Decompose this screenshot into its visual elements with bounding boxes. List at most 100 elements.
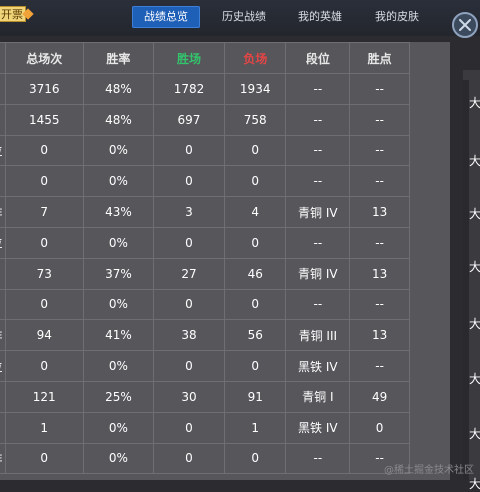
cell-wins: 1782 bbox=[152, 73, 225, 105]
side-item[interactable]: 大 bbox=[469, 152, 480, 169]
cell-total: 121 bbox=[4, 380, 84, 413]
cell-losses: 0 bbox=[223, 134, 287, 167]
cell-losses: 0 bbox=[223, 288, 287, 321]
cell-wins: 0 bbox=[152, 134, 225, 167]
header-points: 胜点 bbox=[349, 42, 410, 74]
cell-points: -- bbox=[349, 103, 410, 136]
stats-panel: 总场次 胜率 胜场 负场 段位 胜点 3716 48% 1782 1934 -- -- 14… bbox=[0, 42, 450, 480]
tab-skins-label: 我的皮肤 bbox=[375, 10, 419, 23]
cell-total: 73 bbox=[4, 257, 84, 290]
cell-rank: -- bbox=[285, 288, 351, 321]
table-row: 位00%00---- bbox=[0, 226, 410, 259]
header-losses: 负场 bbox=[223, 42, 287, 74]
cell-rank: 青铜 IV bbox=[285, 196, 351, 228]
cell-winrate: 43% bbox=[82, 196, 154, 228]
cell-rank: -- bbox=[285, 165, 351, 198]
cell-total: 0 bbox=[4, 165, 84, 198]
cell-losses: 0 bbox=[223, 226, 287, 259]
tab-history[interactable]: 历史战绩 bbox=[222, 6, 266, 28]
close-icon bbox=[459, 19, 471, 31]
cell-rank: 黑铁 IV bbox=[285, 411, 351, 444]
cell-winrate: 25% bbox=[82, 380, 154, 413]
cell-losses: 91 bbox=[223, 380, 287, 413]
side-item[interactable]: 大 bbox=[469, 315, 480, 332]
cell-winrate: 0% bbox=[82, 442, 154, 475]
close-button[interactable] bbox=[452, 12, 478, 38]
cell-total: 0 bbox=[4, 288, 84, 321]
table-header-row: 总场次 胜率 胜场 负场 段位 胜点 bbox=[0, 42, 410, 74]
cell-points: -- bbox=[349, 226, 410, 259]
tab-overview[interactable]: 战绩总览 bbox=[132, 6, 200, 28]
cell-winrate: 48% bbox=[82, 103, 154, 136]
side-scrollbar[interactable] bbox=[463, 80, 469, 480]
cell-winrate: 0% bbox=[82, 288, 154, 321]
cell-total: 0 bbox=[4, 134, 84, 167]
cell-wins: 0 bbox=[152, 226, 225, 259]
cell-points: -- bbox=[349, 288, 410, 321]
side-item[interactable]: 大 bbox=[469, 475, 480, 492]
cell-points: -- bbox=[349, 134, 410, 167]
table-row: 73 37% 27 46 青铜 IV 13 bbox=[0, 257, 410, 290]
cell-points: -- bbox=[349, 165, 410, 198]
header-total: 总场次 bbox=[4, 42, 84, 74]
cell-losses: 1 bbox=[223, 411, 287, 444]
cell-points: 49 bbox=[349, 380, 410, 413]
cell-points: -- bbox=[349, 350, 410, 382]
cell-rank: -- bbox=[285, 73, 351, 105]
tab-heroes-label: 我的英雄 bbox=[298, 10, 342, 23]
tab-skins[interactable]: 我的皮肤 bbox=[375, 6, 419, 28]
cell-losses: 1934 bbox=[223, 73, 287, 105]
top-bar: 开票 战绩总览 历史战绩 我的英雄 我的皮肤 bbox=[0, 0, 480, 36]
cell-total: 94 bbox=[4, 319, 84, 352]
cell-rank: 青铜 I bbox=[285, 380, 351, 413]
cell-wins: 38 bbox=[152, 319, 225, 352]
table-row: 位00%00---- bbox=[0, 134, 410, 167]
cell-total: 0 bbox=[4, 350, 84, 382]
table-row: 121 25% 30 91 青铜 I 49 bbox=[0, 380, 410, 413]
tab-history-label: 历史战绩 bbox=[222, 10, 266, 23]
side-item[interactable]: 大 bbox=[469, 370, 480, 387]
cell-rank: 青铜 IV bbox=[285, 257, 351, 290]
cell-wins: 0 bbox=[152, 288, 225, 321]
cell-winrate: 41% bbox=[82, 319, 154, 352]
side-list: 大大大大大大大大 bbox=[463, 70, 480, 491]
cell-losses: 46 bbox=[223, 257, 287, 290]
side-item[interactable]: 大 bbox=[469, 94, 480, 111]
cell-points: 13 bbox=[349, 319, 410, 352]
table-row: 位00%00黑铁 IV-- bbox=[0, 350, 410, 382]
table-row: 3716 48% 1782 1934 -- -- bbox=[0, 73, 410, 105]
cell-winrate: 0% bbox=[82, 165, 154, 198]
tab-overview-label: 战绩总览 bbox=[144, 10, 188, 23]
cell-wins: 0 bbox=[152, 350, 225, 382]
table-row: 1455 48% 697 758 -- -- bbox=[0, 103, 410, 136]
cell-total: 3716 bbox=[4, 73, 84, 105]
cell-rank: -- bbox=[285, 103, 351, 136]
cell-losses: 4 bbox=[223, 196, 287, 228]
cell-rank: 青铜 III bbox=[285, 319, 351, 352]
cell-wins: 0 bbox=[152, 442, 225, 475]
table-row: 0 0% 0 0 -- -- bbox=[0, 165, 410, 198]
cell-wins: 697 bbox=[152, 103, 225, 136]
cell-losses: 56 bbox=[223, 319, 287, 352]
cell-winrate: 0% bbox=[82, 350, 154, 382]
cell-rank: -- bbox=[285, 226, 351, 259]
tab-heroes[interactable]: 我的英雄 bbox=[298, 6, 342, 28]
cell-winrate: 37% bbox=[82, 257, 154, 290]
cell-rank: -- bbox=[285, 442, 351, 475]
table-row: 1 0% 0 1 黑铁 IV 0 bbox=[0, 411, 410, 444]
table-row: 非9441%3856青铜 III13 bbox=[0, 319, 410, 352]
side-item[interactable]: 大 bbox=[469, 258, 480, 275]
cell-total: 7 bbox=[4, 196, 84, 228]
cell-points: -- bbox=[349, 73, 410, 105]
cell-winrate: 0% bbox=[82, 226, 154, 259]
side-item[interactable]: 大 bbox=[469, 205, 480, 222]
header-wins: 胜场 bbox=[152, 42, 225, 74]
cell-rank: -- bbox=[285, 134, 351, 167]
cell-wins: 30 bbox=[152, 380, 225, 413]
event-badge-label: 开票 bbox=[1, 8, 23, 21]
watermark: @稀土掘金技术社区 bbox=[384, 465, 474, 476]
side-item[interactable]: 大 bbox=[469, 425, 480, 442]
header-rank: 段位 bbox=[285, 42, 351, 74]
cell-winrate: 0% bbox=[82, 411, 154, 444]
cell-points: 0 bbox=[349, 411, 410, 444]
